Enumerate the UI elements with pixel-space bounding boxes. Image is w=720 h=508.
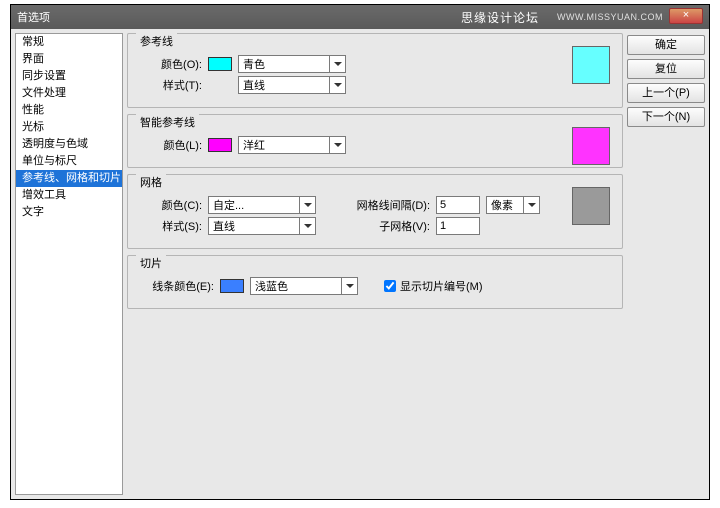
grid-color-combo[interactable]: 自定... xyxy=(208,196,316,214)
guides-style-combo[interactable]: 直线 xyxy=(238,76,346,94)
legend-grid: 网格 xyxy=(136,174,166,190)
sidebar-item-8[interactable]: 参考线、网格和切片 xyxy=(16,170,122,187)
guides-style-label: 样式(T): xyxy=(136,77,202,93)
slices-show-checkbox[interactable]: 显示切片编号(M) xyxy=(384,278,483,294)
sidebar-item-10[interactable]: 文字 xyxy=(16,204,122,221)
sidebar-item-1[interactable]: 界面 xyxy=(16,51,122,68)
chevron-down-icon xyxy=(329,137,345,153)
slices-show-input[interactable] xyxy=(384,280,396,292)
sidebar-item-2[interactable]: 同步设置 xyxy=(16,68,122,85)
legend-slices: 切片 xyxy=(136,255,166,271)
guides-preview-swatch[interactable] xyxy=(572,46,610,84)
brand-text: 思缘设计论坛 xyxy=(461,9,539,26)
guides-color-swatch[interactable] xyxy=(208,57,232,71)
preferences-window: 首选项 思缘设计论坛 WWW.MISSYUAN.COM × 常规界面同步设置文件… xyxy=(10,4,710,500)
chevron-down-icon xyxy=(523,197,539,213)
smart-preview-swatch[interactable] xyxy=(572,127,610,165)
sidebar-item-0[interactable]: 常规 xyxy=(16,34,122,51)
sidebar-item-4[interactable]: 性能 xyxy=(16,102,122,119)
slices-color-combo[interactable]: 浅蓝色 xyxy=(250,277,358,295)
close-button[interactable]: × xyxy=(669,8,703,24)
main-panel: 参考线 颜色(O): 青色 样式(T): 直线 智能参考线 颜色(L): xyxy=(127,33,623,495)
smart-color-combo[interactable]: 洋红 xyxy=(238,136,346,154)
chevron-down-icon xyxy=(341,278,357,294)
brand-url: WWW.MISSYUAN.COM xyxy=(557,12,663,22)
sidebar-item-3[interactable]: 文件处理 xyxy=(16,85,122,102)
grid-style-combo[interactable]: 直线 xyxy=(208,217,316,235)
prev-button[interactable]: 上一个(P) xyxy=(627,83,705,103)
chevron-down-icon xyxy=(329,77,345,93)
sidebar-item-5[interactable]: 光标 xyxy=(16,119,122,136)
group-slices: 切片 线条颜色(E): 浅蓝色 显示切片编号(M) xyxy=(127,255,623,309)
right-buttons: 确定 复位 上一个(P) 下一个(N) xyxy=(627,33,705,495)
group-grid: 网格 颜色(C): 自定... 网格线间隔(D): 像素 样式(S): 直线 子… xyxy=(127,174,623,249)
smart-color-label: 颜色(L): xyxy=(136,137,202,153)
grid-spacing-label: 网格线间隔(D): xyxy=(352,197,430,213)
window-title: 首选项 xyxy=(17,9,50,25)
group-smart-guides: 智能参考线 颜色(L): 洋红 xyxy=(127,114,623,168)
slices-color-label: 线条颜色(E): xyxy=(136,278,214,294)
category-sidebar: 常规界面同步设置文件处理性能光标透明度与色域单位与标尺参考线、网格和切片增效工具… xyxy=(15,33,123,495)
guides-color-label: 颜色(O): xyxy=(136,56,202,72)
smart-color-swatch[interactable] xyxy=(208,138,232,152)
legend-guides: 参考线 xyxy=(136,33,177,49)
chevron-down-icon xyxy=(329,56,345,72)
chevron-down-icon xyxy=(299,218,315,234)
sidebar-item-9[interactable]: 增效工具 xyxy=(16,187,122,204)
chevron-down-icon xyxy=(299,197,315,213)
grid-preview-swatch[interactable] xyxy=(572,187,610,225)
close-icon: × xyxy=(683,9,689,21)
sidebar-item-7[interactable]: 单位与标尺 xyxy=(16,153,122,170)
sidebar-item-6[interactable]: 透明度与色域 xyxy=(16,136,122,153)
grid-spacing-unit-combo[interactable]: 像素 xyxy=(486,196,540,214)
ok-button[interactable]: 确定 xyxy=(627,35,705,55)
grid-sub-input[interactable] xyxy=(436,217,480,235)
next-button[interactable]: 下一个(N) xyxy=(627,107,705,127)
guides-color-combo[interactable]: 青色 xyxy=(238,55,346,73)
legend-smart: 智能参考线 xyxy=(136,114,199,130)
grid-color-label: 颜色(C): xyxy=(136,197,202,213)
slices-color-swatch[interactable] xyxy=(220,279,244,293)
group-guides: 参考线 颜色(O): 青色 样式(T): 直线 xyxy=(127,33,623,108)
grid-sub-label: 子网格(V): xyxy=(352,218,430,234)
grid-style-label: 样式(S): xyxy=(136,218,202,234)
titlebar: 首选项 思缘设计论坛 WWW.MISSYUAN.COM × xyxy=(11,5,709,29)
grid-spacing-input[interactable] xyxy=(436,196,480,214)
reset-button[interactable]: 复位 xyxy=(627,59,705,79)
